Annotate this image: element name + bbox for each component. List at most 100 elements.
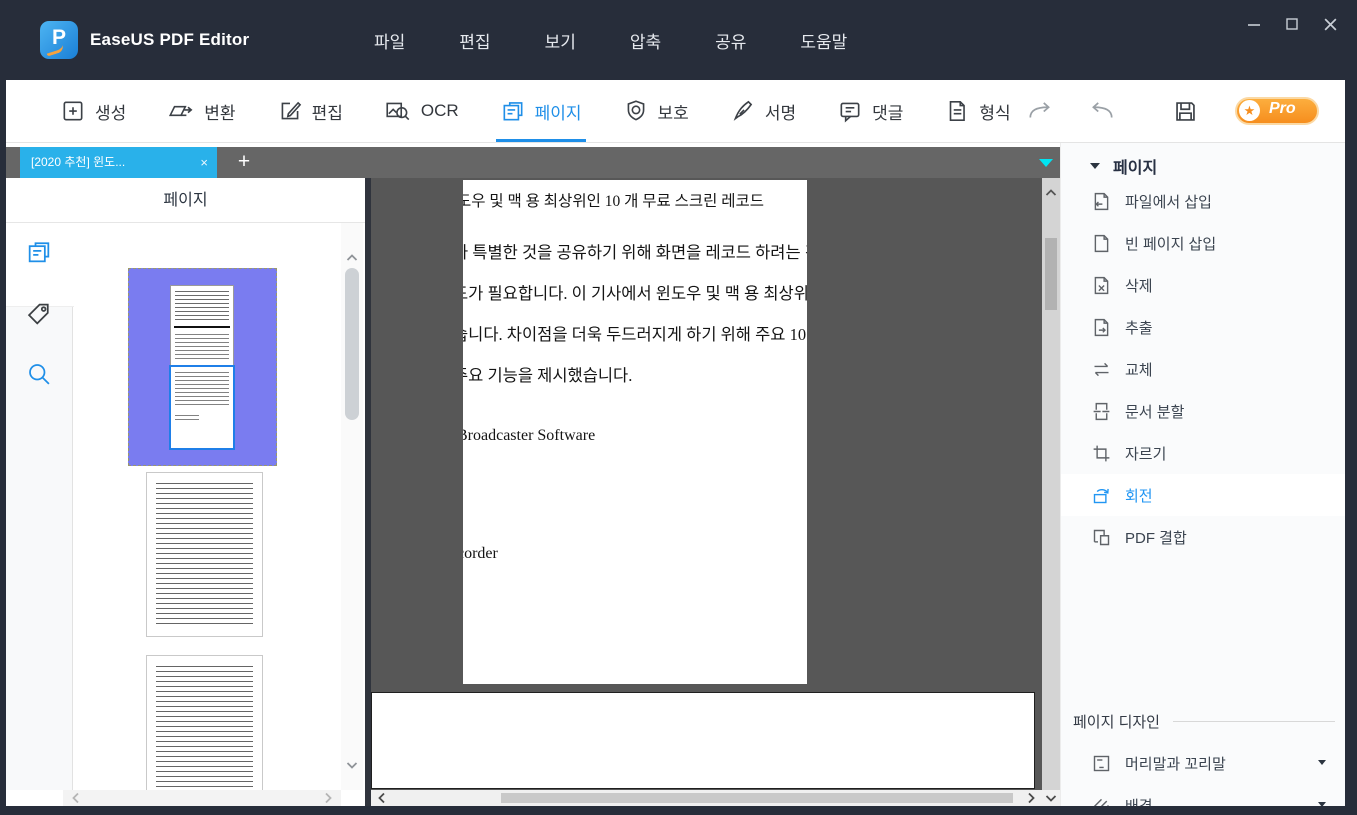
scroll-down-icon[interactable] <box>345 758 359 772</box>
thumbnails-horizontal-scrollbar[interactable] <box>63 790 341 806</box>
toolbar-sign-button[interactable]: 서명 <box>726 80 800 142</box>
save-button[interactable] <box>1172 98 1199 125</box>
replace-page-button[interactable]: 교체 <box>1061 348 1345 390</box>
document-tab[interactable]: [2020 추천] 윈도... × <box>20 147 217 178</box>
scroll-right-icon[interactable] <box>321 791 335 805</box>
crop-icon <box>1091 443 1112 464</box>
menubar: 파일 편집 보기 압축 공유 도움말 <box>372 0 849 80</box>
toolbar-page-button[interactable]: 페이지 <box>496 80 586 142</box>
toolbar-create-button[interactable]: 생성 <box>56 80 130 142</box>
page-design-list: 머리말과 꼬리말 배경 워터마크 베이트 번호 지정 <box>1061 742 1345 815</box>
window-edge-bottom <box>0 806 1357 815</box>
menu-view[interactable]: 보기 <box>543 24 578 57</box>
scroll-down-icon[interactable] <box>1044 791 1058 805</box>
page-design-section-header: 페이지 디자인 <box>1073 705 1335 737</box>
scrollbar-corner[interactable] <box>1042 790 1060 806</box>
crop-page-button[interactable]: 자르기 <box>1061 432 1345 474</box>
pro-badge-button[interactable]: ★ Pro <box>1235 97 1319 125</box>
pdf-heading-text: 도우 및 맥 용 최상위인 10 개 무료 스크린 레코드 <box>463 189 764 211</box>
delete-page-button[interactable]: 삭제 <box>1061 264 1345 306</box>
extract-page-button[interactable]: 추출 <box>1061 306 1345 348</box>
thumbnail-page-3[interactable] <box>146 655 263 806</box>
header-footer-button[interactable]: 머리말과 꼬리말 <box>1061 742 1345 784</box>
pdf-page-next[interactable] <box>371 692 1035 789</box>
tab-list-caret-icon[interactable] <box>1039 159 1053 167</box>
menu-help[interactable]: 도움말 <box>798 24 849 57</box>
search-tab-button[interactable] <box>25 360 53 388</box>
tags-tab-button[interactable] <box>25 300 53 328</box>
search-icon <box>25 360 53 388</box>
pages-icon <box>25 238 53 266</box>
scrollbar-thumb[interactable] <box>345 268 359 420</box>
extract-page-icon <box>1091 317 1112 338</box>
thumbnails-vertical-scrollbar[interactable] <box>341 223 363 790</box>
scroll-left-icon[interactable] <box>375 791 389 805</box>
menu-file[interactable]: 파일 <box>372 24 407 57</box>
menu-share[interactable]: 공유 <box>713 24 748 57</box>
scroll-left-icon[interactable] <box>69 791 83 805</box>
minimize-button[interactable] <box>1240 10 1268 38</box>
delete-page-icon <box>1091 275 1112 296</box>
toolbar-protect-button[interactable]: 보호 <box>619 80 693 142</box>
maximize-button[interactable] <box>1278 10 1306 38</box>
save-icon <box>1172 98 1199 125</box>
collapse-caret-icon <box>1090 163 1100 169</box>
pages-tab-button[interactable] <box>25 238 53 266</box>
undo-button[interactable] <box>1088 98 1116 124</box>
rotate-page-button[interactable]: 회전 <box>1061 474 1345 516</box>
window-edge-left <box>0 80 6 815</box>
dropdown-caret-icon <box>1318 760 1326 765</box>
close-button[interactable] <box>1316 10 1344 38</box>
scroll-up-icon[interactable] <box>345 251 359 265</box>
toolbar-ocr-button[interactable]: OCR <box>380 80 463 142</box>
protect-icon <box>623 98 649 124</box>
menu-edit[interactable]: 편집 <box>457 24 492 57</box>
star-icon: ★ <box>1239 100 1260 121</box>
page-tools-header[interactable]: 페이지 <box>1061 151 1345 181</box>
easeus-pdf-editor-window: P EaseUS PDF Editor 파일 편집 보기 압축 공유 도움말 <box>0 0 1357 815</box>
window-controls <box>1240 10 1344 38</box>
page-tools-panel: 페이지 파일에서 삽입 빈 페이지 삽입 삭제 추출 교체 <box>1060 143 1345 806</box>
toolbar-edit-button[interactable]: 편집 <box>273 80 347 142</box>
redo-button[interactable] <box>1026 98 1054 124</box>
redo-icon <box>1026 98 1054 124</box>
comment-icon <box>837 98 863 124</box>
rotate-icon <box>1091 485 1112 506</box>
pdf-paragraph: 나 특별한 것을 공유하기 위해 화면을 레코드 하려는 경 드가 필요합니다.… <box>463 232 807 396</box>
scrollbar-thumb[interactable] <box>1045 238 1057 310</box>
toolbar-comment-button[interactable]: 댓글 <box>833 80 907 142</box>
insert-from-file-button[interactable]: 파일에서 삽입 <box>1061 180 1345 222</box>
blank-page-icon <box>1091 233 1112 254</box>
titlebar: P EaseUS PDF Editor 파일 편집 보기 압축 공유 도움말 <box>0 0 1357 80</box>
page-thumbnails-panel: 페이지 <box>6 178 365 806</box>
thumbnail-page-2[interactable] <box>146 472 263 637</box>
undo-icon <box>1088 98 1116 124</box>
pdf-page-current[interactable]: 도우 및 맥 용 최상위인 10 개 무료 스크린 레코드 나 특별한 것을 공… <box>463 180 807 684</box>
merge-pdf-button[interactable]: PDF 결합 <box>1061 516 1345 558</box>
toolbar-convert-button[interactable]: 변환 <box>163 80 239 142</box>
menu-compress[interactable]: 압축 <box>628 24 663 57</box>
thumbnail-page-1-selected[interactable] <box>128 268 277 466</box>
app-logo-icon: P <box>40 21 78 59</box>
document-vertical-scrollbar[interactable] <box>1042 178 1060 790</box>
split-document-button[interactable]: 문서 분할 <box>1061 390 1345 432</box>
thumbnail-list <box>74 223 341 790</box>
tab-close-icon[interactable]: × <box>200 147 208 178</box>
create-icon <box>60 98 86 124</box>
window-edge-right <box>1345 80 1357 815</box>
pages-icon <box>500 98 526 124</box>
new-tab-button[interactable]: + <box>228 147 260 178</box>
scrollbar-thumb[interactable] <box>501 793 1013 803</box>
header-footer-icon <box>1091 753 1112 774</box>
scroll-up-icon[interactable] <box>1044 186 1058 200</box>
toolbar-format-button[interactable]: 형식 <box>940 80 1014 142</box>
merge-pdf-icon <box>1091 527 1112 548</box>
document-view: 도우 및 맥 용 최상위인 10 개 무료 스크린 레코드 나 특별한 것을 공… <box>371 178 1060 806</box>
pdf-text-broadcaster: Broadcaster Software <box>463 427 595 445</box>
sidebar-icon-rail <box>6 223 73 790</box>
scroll-right-icon[interactable] <box>1024 791 1038 805</box>
insert-blank-page-button[interactable]: 빈 페이지 삽입 <box>1061 222 1345 264</box>
thumbnails-panel-title: 페이지 <box>6 178 365 223</box>
app-title: EaseUS PDF Editor <box>90 0 249 80</box>
document-horizontal-scrollbar[interactable] <box>371 790 1042 806</box>
